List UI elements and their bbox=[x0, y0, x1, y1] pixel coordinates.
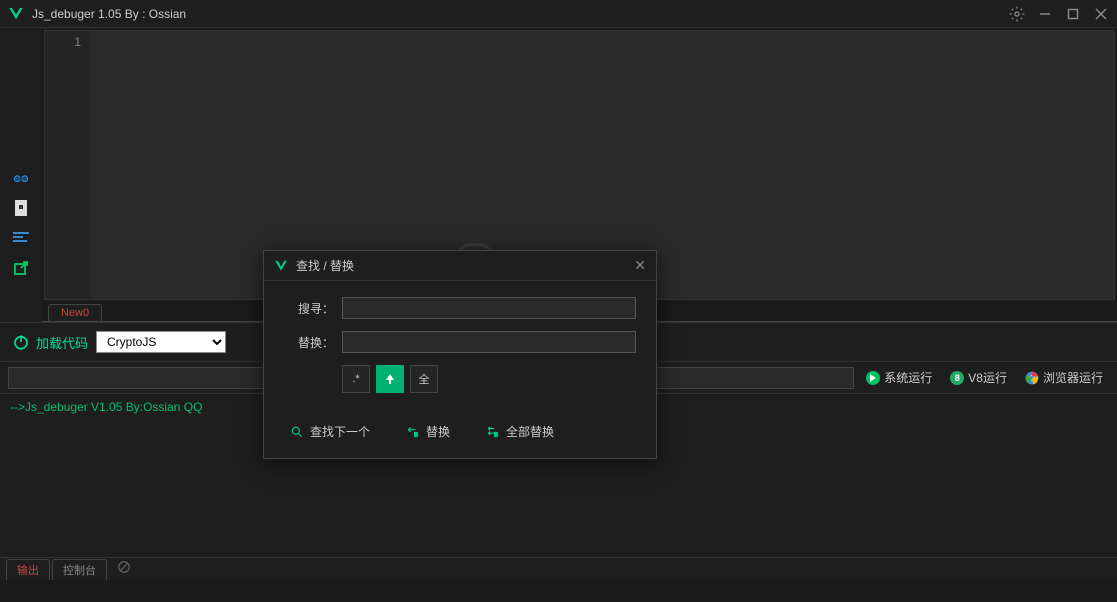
svg-text:B: B bbox=[494, 432, 498, 438]
bottom-tabs: 输出 控制台 bbox=[0, 558, 1117, 580]
replace-button[interactable]: B 替换 bbox=[398, 419, 458, 444]
minimize-icon[interactable] bbox=[1037, 6, 1053, 22]
replace-icon: B bbox=[406, 425, 420, 439]
dialog-title: 查找 / 替换 bbox=[296, 257, 634, 274]
svg-text:B: B bbox=[414, 432, 418, 438]
line-gutter: 1 bbox=[45, 31, 91, 299]
system-run-button[interactable]: 系统运行 bbox=[860, 369, 938, 386]
close-icon[interactable] bbox=[1093, 6, 1109, 22]
app-logo-icon bbox=[8, 6, 24, 22]
search-label: 搜寻： bbox=[284, 300, 334, 317]
v8-run-button[interactable]: 8 V8运行 bbox=[944, 369, 1013, 386]
app-logo-icon bbox=[274, 259, 288, 273]
settings-icon[interactable] bbox=[1009, 6, 1025, 22]
replace-all-icon: B bbox=[486, 425, 500, 439]
output-text: -->Js_debuger V1.05 By:Ossian QQ bbox=[10, 400, 202, 414]
titlebar: Js_debuger 1.05 By : Ossian bbox=[0, 0, 1117, 28]
export-icon[interactable] bbox=[11, 258, 31, 278]
regex-option[interactable]: .* bbox=[342, 365, 370, 393]
load-code-button[interactable]: 加载代码 bbox=[12, 333, 88, 352]
tab-output[interactable]: 输出 bbox=[6, 559, 50, 580]
line-number: 1 bbox=[74, 35, 81, 49]
replace-label: 替换： bbox=[284, 334, 334, 351]
search-input[interactable] bbox=[342, 297, 636, 319]
clear-icon[interactable] bbox=[117, 560, 131, 579]
replace-input[interactable] bbox=[342, 331, 636, 353]
sidebar bbox=[0, 28, 42, 322]
editor-tab[interactable]: New0 bbox=[48, 304, 102, 321]
dialog-options: .* 全 bbox=[342, 365, 636, 393]
maximize-icon[interactable] bbox=[1065, 6, 1081, 22]
dialog-actions: 查找下一个 B 替换 B 全部替换 bbox=[264, 419, 656, 458]
browser-run-button[interactable]: 浏览器运行 bbox=[1019, 369, 1109, 386]
window-controls bbox=[1009, 6, 1109, 22]
direction-option[interactable] bbox=[376, 365, 404, 393]
document-icon[interactable] bbox=[11, 198, 31, 218]
load-code-label: 加载代码 bbox=[36, 333, 88, 352]
find-next-button[interactable]: 查找下一个 bbox=[282, 419, 378, 444]
align-icon[interactable] bbox=[11, 228, 31, 248]
tab-console[interactable]: 控制台 bbox=[52, 559, 107, 580]
binoculars-icon[interactable] bbox=[11, 168, 31, 188]
find-replace-dialog: 查找 / 替换 ✕ 搜寻： 替换： .* 全 查找下一个 B 替换 B 全部替换 bbox=[263, 250, 657, 459]
replace-all-button[interactable]: B 全部替换 bbox=[478, 419, 562, 444]
crypto-dropdown[interactable]: CryptoJS bbox=[96, 331, 226, 353]
dialog-body: 搜寻： 替换： .* 全 bbox=[264, 281, 656, 419]
dialog-close-icon[interactable]: ✕ bbox=[634, 257, 646, 274]
search-icon bbox=[290, 425, 304, 439]
window-title: Js_debuger 1.05 By : Ossian bbox=[32, 7, 1009, 21]
chrome-icon bbox=[1025, 371, 1039, 385]
dialog-titlebar[interactable]: 查找 / 替换 ✕ bbox=[264, 251, 656, 281]
all-option[interactable]: 全 bbox=[410, 365, 438, 393]
